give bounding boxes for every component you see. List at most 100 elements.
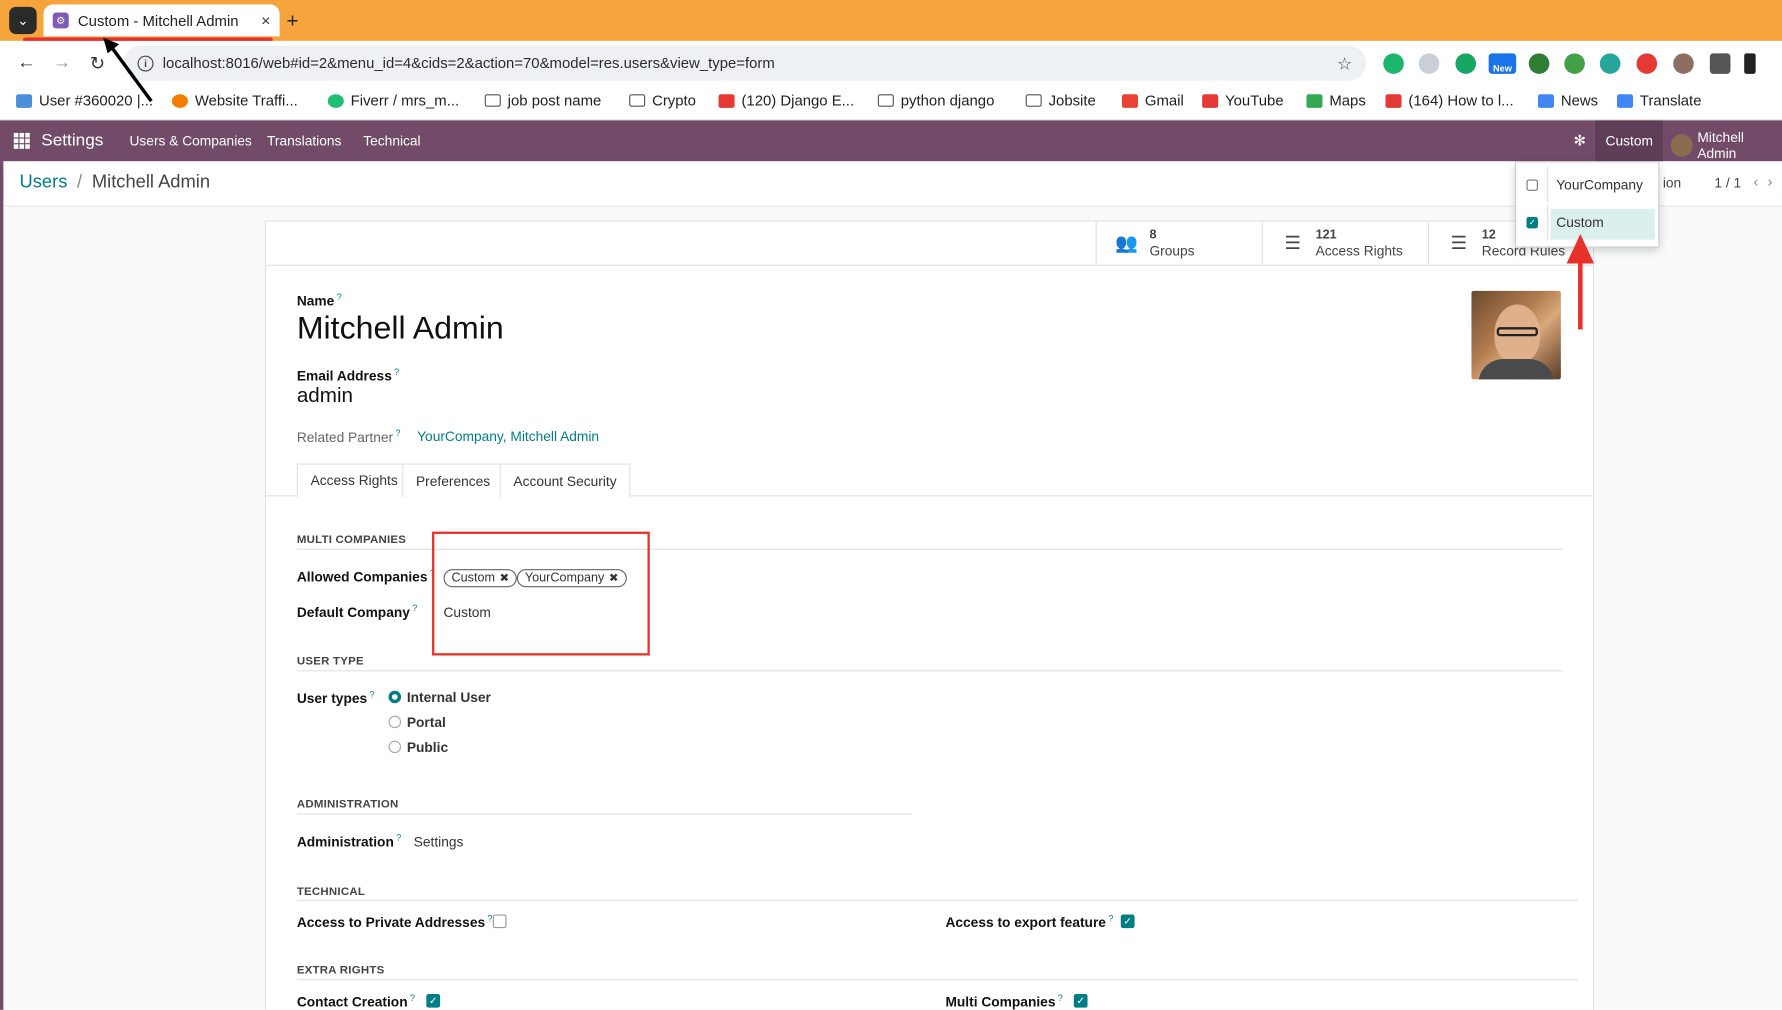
user-types-label: User types?: [297, 690, 375, 707]
label-text: Default Company: [296, 604, 410, 621]
access-rights-stat-button[interactable]: ☰ 121 Access Rights: [1261, 221, 1428, 265]
groups-stat-button[interactable]: 👥 8 Groups: [1095, 221, 1262, 265]
app-brand[interactable]: Settings: [41, 131, 103, 150]
help-tooltip-icon[interactable]: ?: [487, 913, 492, 923]
help-tooltip-icon[interactable]: ?: [337, 292, 342, 302]
user-photo[interactable]: [1471, 290, 1561, 380]
help-tooltip-icon[interactable]: ?: [394, 367, 399, 377]
pager-prev-icon[interactable]: ‹: [1753, 173, 1767, 190]
extension-leaf-icon[interactable]: [1528, 53, 1550, 74]
radio-internal-user[interactable]: [388, 690, 402, 704]
private-addresses-checkbox[interactable]: [492, 914, 507, 929]
company-switcher-button[interactable]: Custom: [1595, 120, 1664, 162]
pager-next-icon[interactable]: ›: [1768, 173, 1782, 190]
bookmark-item[interactable]: Fiverr / mrs_m...: [327, 92, 460, 110]
label-text: Name: [296, 293, 335, 309]
new-tab-button[interactable]: +: [287, 9, 299, 33]
back-arrow-icon[interactable]: ←: [14, 51, 39, 76]
extension-globe-icon[interactable]: [1418, 53, 1440, 74]
section-technical: TECHNICAL: [296, 886, 366, 899]
help-tooltip-icon[interactable]: ?: [412, 603, 417, 613]
extension-react-icon[interactable]: [1599, 53, 1621, 74]
avatar: [1670, 134, 1693, 157]
browser-toolbar: ← → ↻ i localhost:8016/web#id=2&menu_id=…: [0, 40, 1782, 87]
radio-label: Public: [406, 739, 449, 756]
bookmark-item[interactable]: Crypto: [629, 92, 696, 109]
extensions-puzzle-icon[interactable]: [1709, 53, 1731, 74]
grammarly-icon[interactable]: [1455, 53, 1477, 74]
breadcrumb-users-link[interactable]: Users: [19, 173, 67, 192]
bookmark-item[interactable]: Jobsite: [1025, 92, 1096, 109]
email-field[interactable]: admin: [297, 384, 353, 408]
help-tooltip-icon[interactable]: ?: [1108, 913, 1113, 923]
radio-portal[interactable]: [388, 715, 402, 729]
pager-value[interactable]: 1 / 1: [1714, 175, 1741, 191]
bookmark-item[interactable]: News: [1537, 92, 1599, 110]
tab-title: Custom - Mitchell Admin: [77, 11, 239, 29]
stat-value: 8: [1149, 227, 1157, 242]
name-field[interactable]: Mitchell Admin: [297, 310, 504, 346]
action-menu-partial[interactable]: ion: [1663, 175, 1681, 191]
radio-public[interactable]: [388, 740, 402, 754]
translate-icon: [1617, 93, 1634, 108]
browser-tab-active[interactable]: ⚙ Custom - Mitchell Admin ×: [43, 4, 280, 37]
bookmark-item[interactable]: Translate: [1617, 92, 1701, 109]
screenshot-root: ⌄ ⚙ Custom - Mitchell Admin × + ← → ↻ i …: [0, 0, 1782, 1010]
tab-preferences[interactable]: Preferences: [402, 463, 504, 498]
close-tab-icon[interactable]: ×: [261, 11, 270, 29]
menu-users-companies[interactable]: Users & Companies: [129, 133, 251, 149]
bookmark-label: Fiverr / mrs_m...: [350, 92, 460, 110]
contact-creation-checkbox[interactable]: ✓: [426, 994, 441, 1008]
bookmark-label: News: [1560, 92, 1599, 110]
bookmark-item[interactable]: python django: [877, 92, 994, 109]
help-tooltip-icon[interactable]: ?: [396, 833, 401, 843]
export-feature-label: Access to export feature?: [945, 913, 1113, 930]
youtube-icon: [1202, 93, 1219, 108]
company-option-yourcompany[interactable]: YourCompany: [1516, 166, 1658, 203]
bookmark-label: Gmail: [1144, 92, 1184, 110]
company-checkbox[interactable]: [1526, 179, 1538, 191]
bookmark-item[interactable]: (164) How to l...: [1385, 92, 1514, 109]
url-text[interactable]: localhost:8016/web#id=2&menu_id=4&cids=2…: [163, 55, 1337, 72]
extension-green-icon[interactable]: [1383, 53, 1404, 74]
tab-search-button[interactable]: ⌄: [9, 6, 37, 35]
forward-arrow-icon[interactable]: →: [49, 51, 74, 76]
extension-lightning-icon[interactable]: [1564, 53, 1585, 74]
tab-access-rights[interactable]: Access Rights: [296, 463, 412, 498]
bookmark-item[interactable]: Website Traffi...: [171, 92, 298, 109]
bookmark-star-icon[interactable]: ☆: [1337, 53, 1352, 73]
users-icon: 👥: [1115, 234, 1138, 254]
youtube-icon: [718, 93, 735, 108]
address-bar[interactable]: i localhost:8016/web#id=2&menu_id=4&cids…: [123, 45, 1367, 81]
menu-translations[interactable]: Translations: [267, 133, 341, 149]
menu-technical[interactable]: Technical: [363, 133, 420, 149]
debug-bug-icon[interactable]: ✻: [1573, 132, 1585, 150]
breadcrumb-current: Mitchell Admin: [91, 172, 211, 192]
bookmark-item[interactable]: YouTube: [1202, 92, 1284, 109]
company-checkbox[interactable]: ✓: [1526, 216, 1538, 229]
side-panel-icon[interactable]: [1744, 53, 1756, 74]
extension-cookie-icon[interactable]: [1673, 53, 1694, 74]
extension-pokeball-icon[interactable]: [1636, 53, 1658, 74]
bookmark-item[interactable]: Gmail: [1121, 92, 1184, 110]
related-partner-link[interactable]: YourCompany, Mitchell Admin: [417, 428, 599, 444]
administration-field[interactable]: Settings: [414, 834, 464, 850]
stat-label: Groups: [1149, 242, 1195, 259]
tab-account-security[interactable]: Account Security: [499, 463, 631, 498]
email-label: Email Address?: [297, 367, 399, 384]
export-feature-checkbox[interactable]: ✓: [1120, 914, 1135, 929]
help-tooltip-icon[interactable]: ?: [395, 428, 400, 438]
bookmark-favicon-icon: [16, 93, 33, 108]
section-multi-companies: MULTI COMPANIES: [296, 533, 407, 547]
bookmark-item[interactable]: Maps: [1306, 92, 1366, 109]
bookmark-item[interactable]: (120) Django E...: [718, 92, 854, 109]
help-tooltip-icon[interactable]: ?: [410, 993, 415, 1003]
help-tooltip-icon[interactable]: ?: [369, 690, 374, 700]
help-tooltip-icon[interactable]: ?: [1058, 993, 1063, 1003]
company-option-label: Custom: [1556, 214, 1604, 231]
user-menu[interactable]: Mitchell Admin: [1670, 130, 1782, 161]
apps-grid-icon[interactable]: [13, 132, 30, 149]
extension-new-icon[interactable]: New: [1488, 53, 1517, 74]
bookmark-item[interactable]: job post name: [484, 92, 601, 109]
multi-companies-checkbox[interactable]: ✓: [1073, 994, 1088, 1008]
